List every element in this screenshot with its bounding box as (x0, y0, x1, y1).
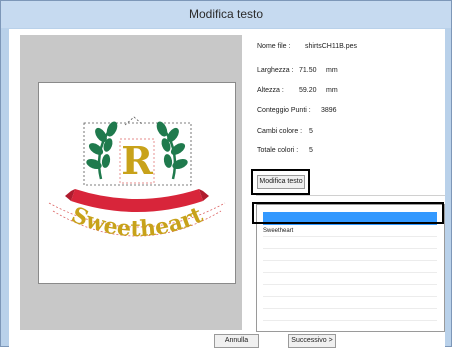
color-changes-label: Cambi colore : (257, 128, 303, 135)
list-item-empty (263, 286, 437, 297)
file-value: shirtsCH11B.pes (305, 43, 358, 50)
dialog-client-area: R Sweetheart Nome file : shirtsCH11B.pes (9, 29, 445, 348)
info-color-changes: Cambi colore : 5 (257, 128, 313, 135)
next-button[interactable]: Successivo > (288, 334, 336, 348)
left-laurel (86, 121, 118, 180)
height-label: Altezza : (257, 87, 284, 94)
info-total-colors: Totale colori : 5 (257, 147, 313, 154)
monogram-letter: R (121, 138, 153, 183)
list-item-empty (263, 250, 437, 261)
list-item[interactable]: Sweetheart (263, 226, 437, 237)
list-item-empty (263, 298, 437, 309)
cancel-button[interactable]: Annulla (214, 334, 259, 348)
preview-frame: R Sweetheart (20, 35, 242, 330)
list-item-empty (263, 238, 437, 249)
total-colors-value: 5 (309, 147, 313, 154)
edit-text-dialog: Modifica testo R Sweetheart Nome file: … (0, 0, 452, 348)
stitches-label: Conteggio Punti : (257, 107, 311, 114)
info-file: Nome file : shirtsCH11B.pes (257, 43, 357, 50)
height-value: 59.20 (299, 87, 317, 94)
window-title: Modifica testo (1, 1, 451, 28)
list-item-empty (263, 310, 437, 321)
width-unit: mm (326, 67, 338, 74)
rotation-handle (124, 116, 144, 126)
separator (256, 195, 445, 196)
info-stitches: Conteggio Punti : 3896 (257, 107, 337, 114)
edit-text-button[interactable]: Modifica testo (257, 175, 305, 189)
width-label: Larghezza : (257, 67, 294, 74)
color-changes-value: 5 (309, 128, 313, 135)
embroidery-preview: R Sweetheart (48, 116, 226, 242)
embroidery-preview-canvas: R Sweetheart (38, 82, 236, 284)
list-item-empty (263, 262, 437, 273)
total-colors-label: Totale colori : (257, 147, 299, 154)
info-height: Altezza : 59.20 mm (257, 87, 338, 94)
list-item-empty (263, 274, 437, 285)
width-value: 71.50 (299, 67, 317, 74)
stitches-value: 3896 (321, 107, 337, 114)
text-field-highlight (252, 202, 444, 224)
file-label: Nome file : (257, 43, 291, 50)
info-width: Larghezza : 71.50 mm (257, 67, 338, 74)
height-unit: mm (326, 87, 338, 94)
right-laurel (156, 121, 188, 180)
